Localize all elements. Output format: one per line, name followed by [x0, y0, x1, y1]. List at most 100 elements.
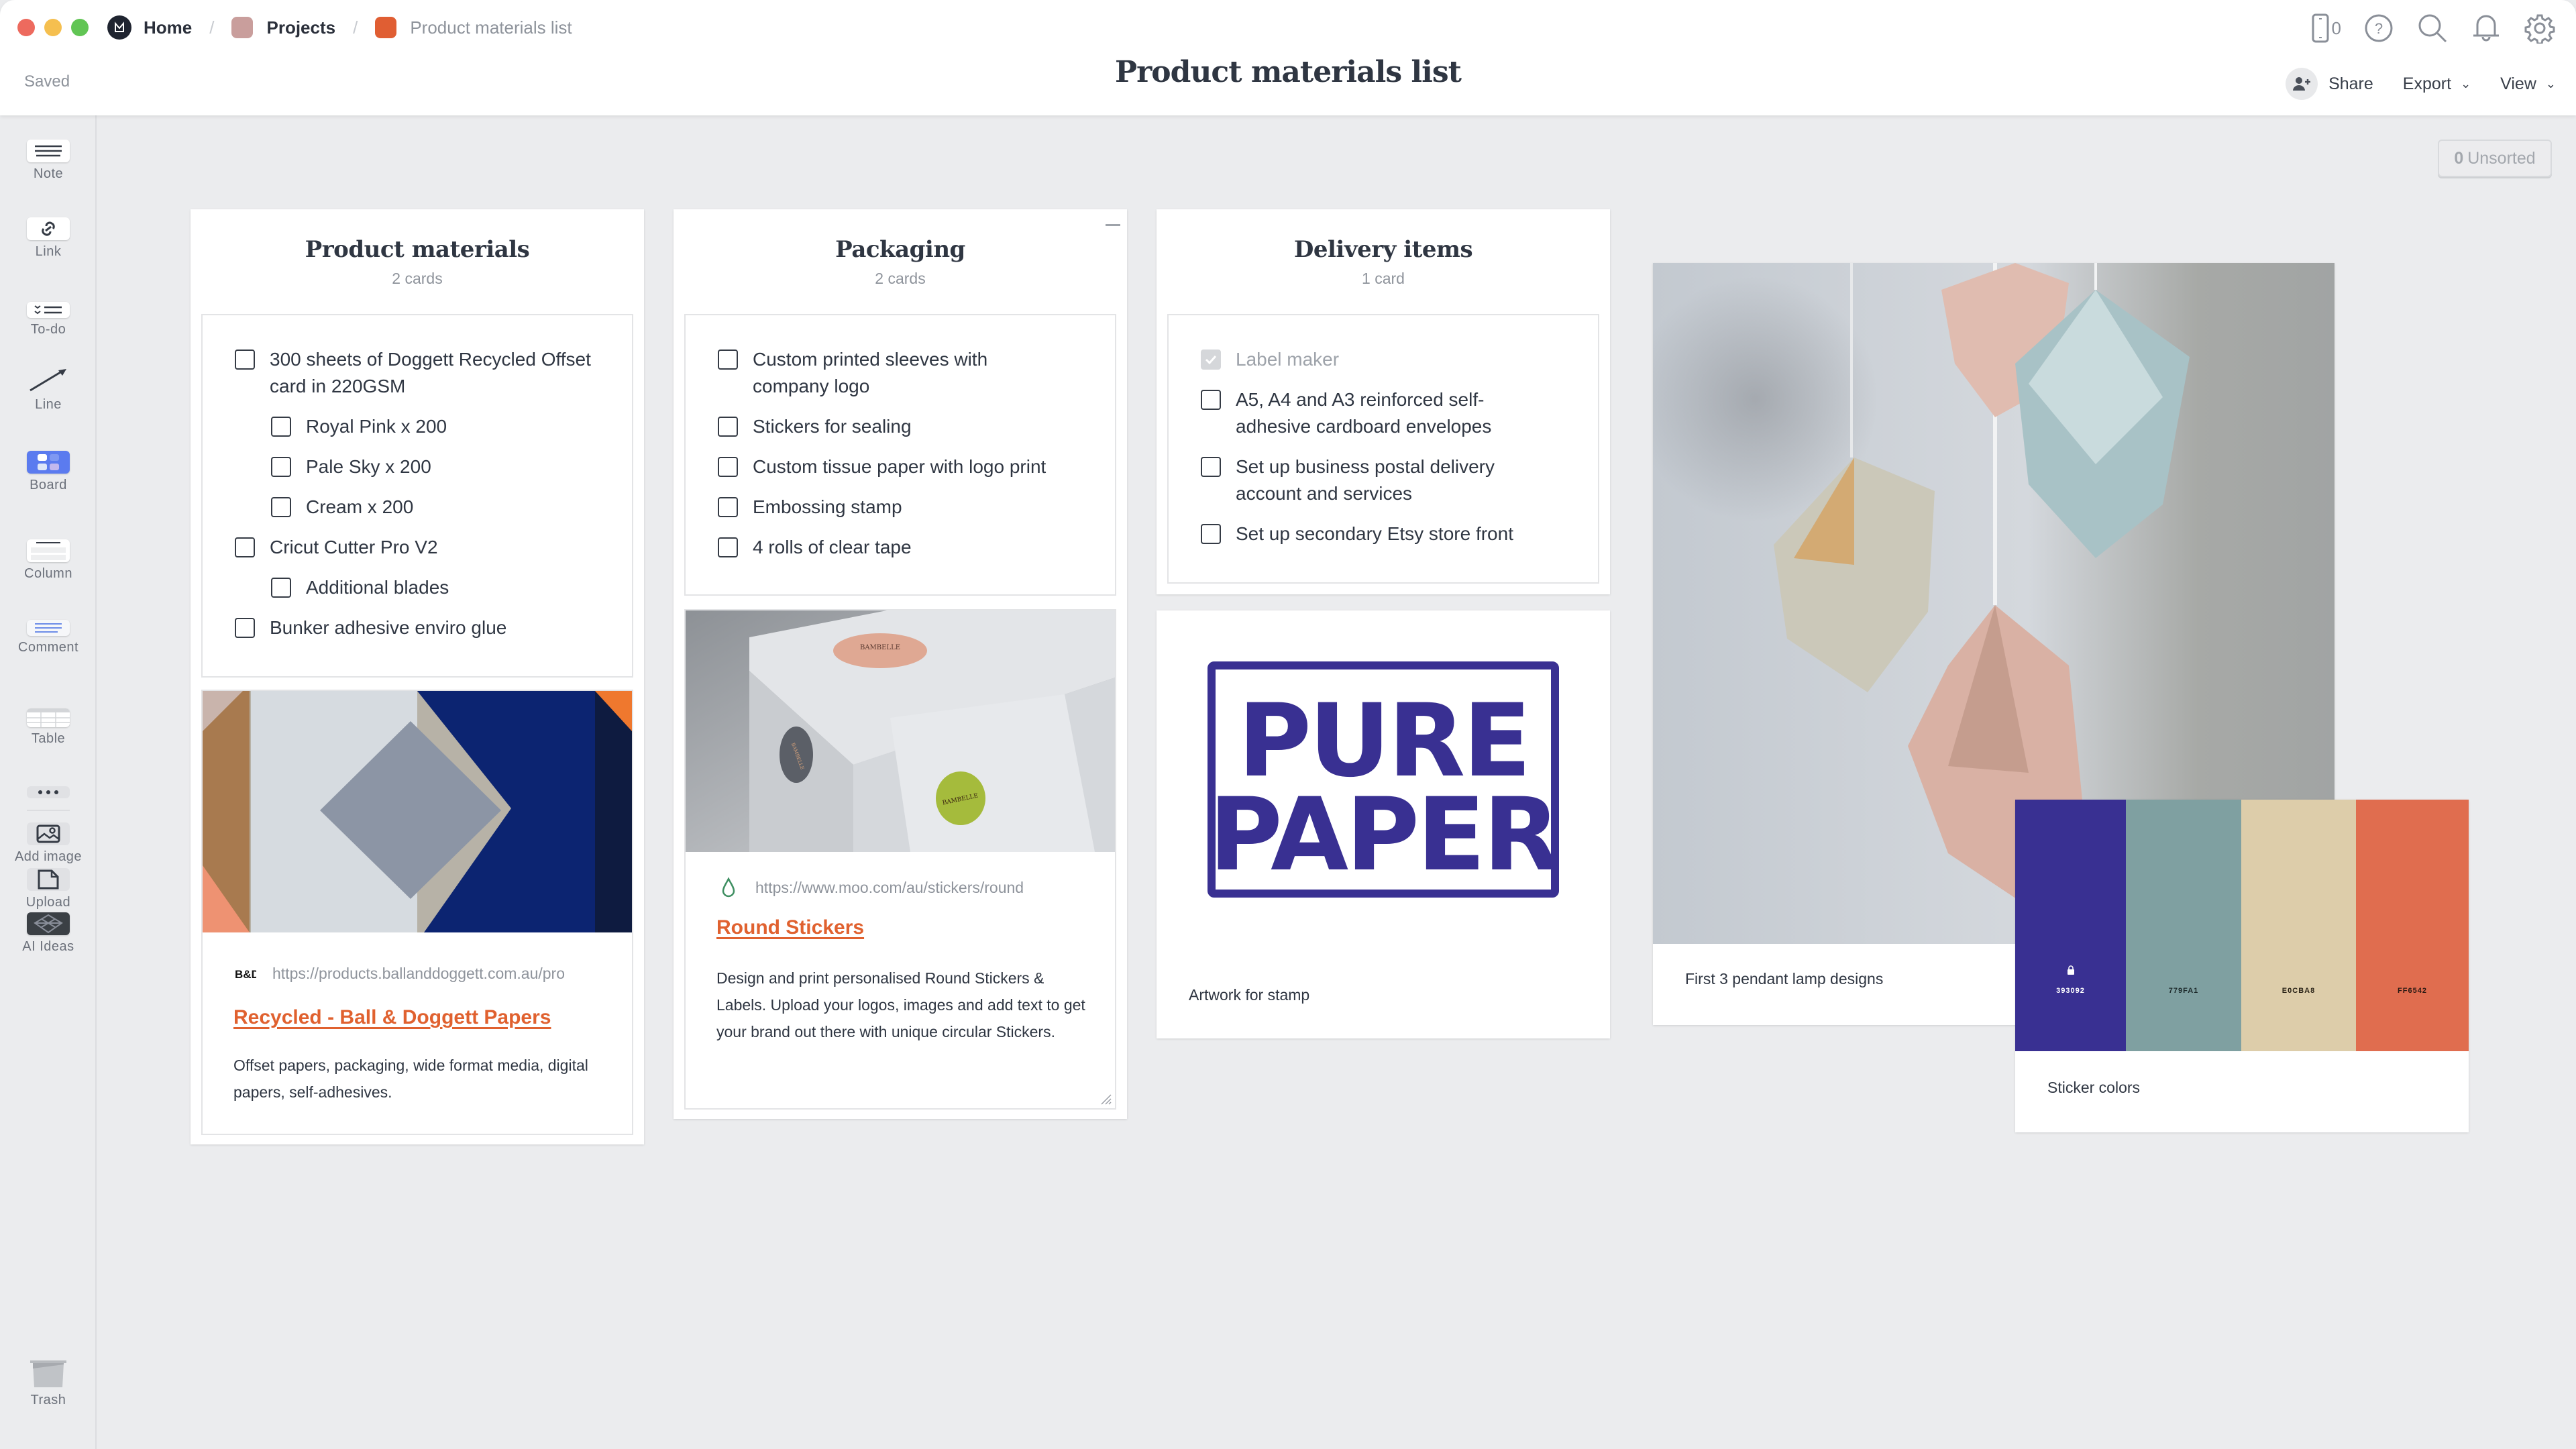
link-title[interactable]: Recycled - Ball & Doggett Papers [233, 1006, 551, 1029]
todo-item[interactable]: Label maker [1201, 346, 1339, 373]
tool-label: Upload [25, 895, 71, 910]
board-icon [27, 451, 70, 474]
color-swatch[interactable]: E0CBA8 [2241, 800, 2356, 1051]
swatch-hex: 393092 [2056, 987, 2085, 995]
table-icon [27, 708, 70, 727]
todo-checkbox[interactable] [271, 457, 291, 477]
todo-checkbox-checked[interactable] [1201, 350, 1221, 370]
color-swatch[interactable]: 393092 [2015, 800, 2126, 1051]
notifications-button[interactable] [2470, 12, 2502, 44]
todo-checkbox[interactable] [235, 537, 255, 557]
mobile-devices-button[interactable]: 0 [2312, 12, 2341, 44]
todo-checkbox[interactable] [718, 497, 738, 517]
tool-line[interactable]: Line [0, 366, 97, 413]
search-button[interactable] [2416, 12, 2449, 44]
window-minimize-button[interactable] [44, 19, 62, 36]
window-maximize-button[interactable] [71, 19, 89, 36]
todo-item[interactable]: Custom tissue paper with logo print [718, 453, 1046, 480]
todo-checkbox[interactable] [1201, 524, 1221, 544]
link-preview-image[interactable]: BAMBELLE BAMBELLE BAMBELLE [686, 610, 1115, 852]
link-url[interactable]: B&D https://products.ballanddoggett.com.… [233, 965, 602, 983]
settings-button[interactable] [2524, 12, 2556, 44]
todo-checkbox[interactable] [1201, 457, 1221, 477]
link-card[interactable]: B&D https://products.ballanddoggett.com.… [201, 690, 633, 1135]
todo-checkbox[interactable] [271, 417, 291, 437]
export-menu[interactable]: Export ⌄ [2403, 74, 2471, 94]
search-icon [2418, 14, 2447, 43]
column-card-count: 2 cards [392, 270, 443, 287]
resize-handle-icon[interactable] [1099, 1092, 1112, 1106]
tool-todo[interactable]: To-do [0, 302, 97, 337]
breadcrumb-current[interactable]: Product materials list [375, 17, 572, 38]
color-swatch-card[interactable]: 393092 779FA1 E0CBA8 FF6542 Sticker colo… [2015, 800, 2469, 1132]
color-swatch[interactable]: 779FA1 [2126, 800, 2241, 1051]
view-label: View [2500, 74, 2536, 93]
todo-text: Embossing stamp [753, 496, 902, 517]
column-packaging[interactable]: Packaging 2 cards Custom printed sleeves… [674, 209, 1127, 1119]
tool-upload[interactable]: Upload [0, 868, 97, 910]
ball-doggett-favicon-icon: B&D [233, 968, 258, 980]
svg-text:BAMBELLE: BAMBELLE [860, 644, 900, 651]
export-label: Export [2402, 74, 2452, 93]
link-title[interactable]: Round Stickers [716, 916, 864, 939]
breadcrumb-home[interactable]: Home [107, 15, 192, 40]
todo-card[interactable]: Custom printed sleeves with company logo… [684, 314, 1116, 596]
todo-checkbox[interactable] [718, 457, 738, 477]
tool-table[interactable]: Table [0, 708, 97, 747]
tool-label: AI Ideas [22, 939, 74, 954]
link-card[interactable]: BAMBELLE BAMBELLE BAMBELLE https://www.m… [684, 609, 1116, 1110]
tool-column[interactable]: Column [0, 539, 97, 582]
image-card-stamp-artwork[interactable]: PURE PAPER Artwork for stamp [1157, 610, 1610, 1038]
column-title[interactable]: Product materials [191, 236, 644, 263]
todo-checkbox[interactable] [235, 350, 255, 370]
todo-item[interactable]: Cricut Cutter Pro V2 [235, 534, 438, 561]
todo-checkbox[interactable] [271, 497, 291, 517]
todo-item[interactable]: Set up secondary Etsy store front [1201, 521, 1513, 547]
color-swatch[interactable]: FF6542 [2356, 800, 2469, 1051]
tool-link[interactable]: Link [0, 217, 97, 260]
column-product-materials[interactable]: Product materials 2 cards 300 sheets of … [191, 209, 644, 1144]
checkmark-icon [1205, 355, 1217, 364]
tool-trash[interactable]: Trash [0, 1360, 97, 1408]
todo-item[interactable]: A5, A4 and A3 reinforced self-adhesive c… [1201, 386, 1550, 440]
tool-note[interactable]: Note [0, 140, 97, 182]
todo-item[interactable]: Set up business postal delivery account … [1201, 453, 1550, 507]
todo-card[interactable]: 300 sheets of Doggett Recycled Offset ca… [201, 314, 633, 678]
todo-checkbox[interactable] [718, 537, 738, 557]
todo-checkbox[interactable] [718, 417, 738, 437]
window-close-button[interactable] [17, 19, 35, 36]
view-menu[interactable]: View ⌄ [2500, 74, 2556, 94]
tool-ai-ideas[interactable]: AI Ideas [0, 912, 97, 955]
tool-comment[interactable]: Comment [0, 620, 97, 655]
tool-more[interactable] [0, 786, 97, 798]
link-url[interactable]: https://www.moo.com/au/stickers/round [716, 877, 1085, 898]
todo-card[interactable]: Label maker A5, A4 and A3 reinforced sel… [1167, 314, 1599, 584]
breadcrumb-projects[interactable]: Projects [231, 17, 335, 38]
help-button[interactable]: ? [2363, 12, 2395, 44]
todo-checkbox[interactable] [235, 618, 255, 638]
todo-checkbox[interactable] [718, 350, 738, 370]
todo-item[interactable]: Royal Pink x 200 [271, 413, 447, 440]
todo-item[interactable]: 300 sheets of Doggett Recycled Offset ca… [235, 346, 610, 400]
todo-item[interactable]: Bunker adhesive enviro glue [235, 614, 506, 641]
tool-add-image[interactable]: Add image [0, 822, 97, 865]
todo-checkbox[interactable] [271, 578, 291, 598]
todo-item[interactable]: Pale Sky x 200 [271, 453, 431, 480]
column-title[interactable]: Delivery items [1157, 236, 1610, 263]
share-button[interactable]: Share [2286, 68, 2373, 100]
todo-item[interactable]: Cream x 200 [271, 494, 413, 521]
column-title[interactable]: Packaging [674, 236, 1127, 263]
todo-checkbox[interactable] [1201, 390, 1221, 410]
link-preview-image[interactable] [203, 691, 632, 932]
todo-item[interactable]: Additional blades [271, 574, 449, 601]
todo-item[interactable]: Embossing stamp [718, 494, 902, 521]
tool-board[interactable]: Board [0, 451, 97, 493]
todo-item[interactable]: Custom printed sleeves with company logo [718, 346, 1067, 400]
column-delivery-items[interactable]: Delivery items 1 card Label maker A5, A4… [1157, 209, 1610, 594]
page-title[interactable]: Product materials list [0, 55, 2576, 89]
link-url-text: https://products.ballanddoggett.com.au/p… [272, 965, 566, 982]
todo-item[interactable]: 4 rolls of clear tape [718, 534, 912, 561]
unsorted-button[interactable]: 0 Unsorted [2438, 140, 2552, 177]
todo-item[interactable]: Stickers for sealing [718, 413, 912, 440]
collapse-icon[interactable] [1106, 224, 1120, 226]
